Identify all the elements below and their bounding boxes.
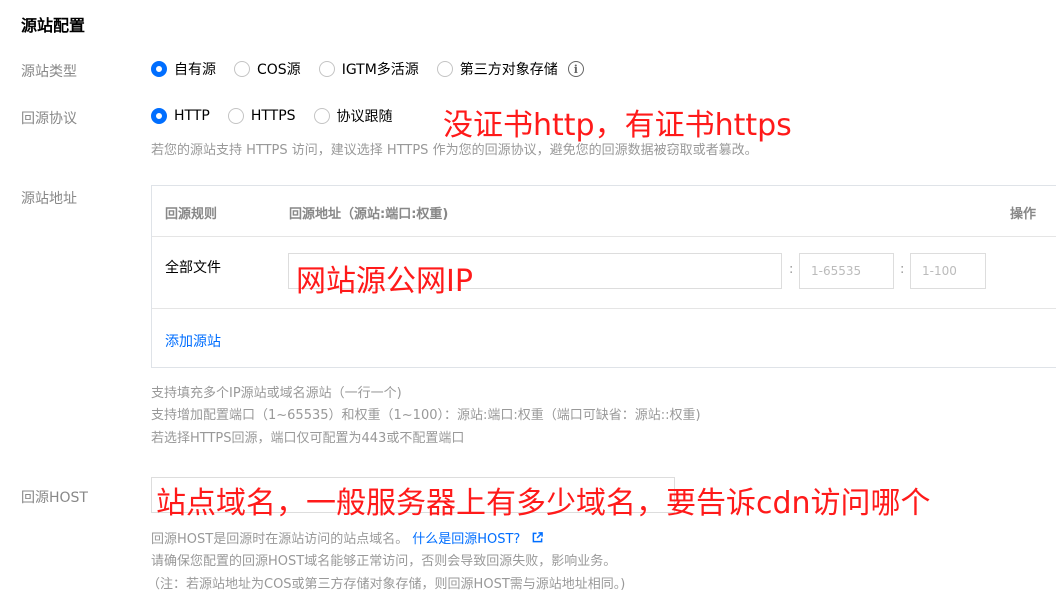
address-hint-3: 若选择HTTPS回源，端口仅可配置为443或不配置端口 [151,431,465,446]
external-link-icon[interactable] [532,532,544,543]
origin-type-radio-group: 自有源 COS源 IGTM多活源 第三方对象存储 i [151,59,584,79]
radio-unchecked-icon [436,61,453,77]
radio-origin-self[interactable]: 自有源 [151,59,216,79]
radio-unchecked-icon [313,108,330,124]
header-address: 回源地址（源站:端口:权重) [289,207,449,222]
table-header: 回源规则 回源地址（源站:端口:权重) 操作 [152,186,1056,237]
address-annotation: 网站源公网IP [296,264,473,299]
radio-protocol-follow[interactable]: 协议跟随 [313,106,393,126]
port-input[interactable]: 1-65535 [799,253,894,289]
colon-separator: : [900,262,905,277]
row-rule-name: 全部文件 [165,260,221,276]
protocol-radio-group: HTTP HTTPS 协议跟随 [151,106,411,126]
colon-separator: : [789,262,794,277]
host-hint-1-line: 回源HOST是回源时在源站访问的站点域名。 什么是回源HOST? [151,528,544,547]
radio-origin-cos[interactable]: COS源 [234,59,301,79]
origin-address-label: 源站地址 [21,191,77,207]
address-hint-2: 支持增加配置端口（1~65535）和权重（1~100）：源站:端口:权重（端口可… [151,408,701,423]
radio-label: 第三方对象存储 [459,62,558,78]
origin-address-table: 回源规则 回源地址（源站:端口:权重) 操作 全部文件 : 1-65535 : … [151,185,1056,368]
radio-checked-icon [151,61,167,77]
table-row: 全部文件 : 1-65535 : 1-100 [152,236,1056,309]
protocol-label: 回源协议 [21,111,77,127]
origin-type-label: 源站类型 [21,64,77,80]
address-hint-1: 支持填充多个IP源站或域名源站（一行一个) [151,386,402,401]
radio-label: HTTP [174,108,210,124]
host-hint-1: 回源HOST是回源时在源站访问的站点域名。 [151,532,409,547]
radio-unchecked-icon [234,61,250,77]
header-rule: 回源规则 [165,207,218,222]
radio-label: 协议跟随 [336,109,393,125]
radio-unchecked-icon [318,61,335,77]
protocol-annotation: 没证书http，有证书https [443,108,792,143]
host-hint-3: （注：若源站地址为COS或第三方存储对象存储，则回源HOST需与源站地址相同。) [147,577,626,591]
radio-label: COS源 [257,62,301,78]
protocol-hint: 若您的源站支持 HTTPS 访问，建议选择 HTTPS 作为您的回源协议，避免您… [151,143,758,158]
radio-label: IGTM多活源 [341,62,419,78]
what-is-host-link[interactable]: 什么是回源HOST? [412,528,520,547]
radio-label: 自有源 [174,62,216,78]
origin-config-page: 源站配置 源站类型 自有源 COS源 IGTM多活源 第三方对象存储 i 回源协… [0,0,1056,591]
host-hint-2: 请确保您配置的回源HOST域名能够正常访问，否则会导致回源失败，影响业务。 [151,554,617,569]
add-origin-link[interactable]: 添加源站 [165,331,221,351]
radio-protocol-http[interactable]: HTTP [151,108,210,124]
info-icon[interactable]: i [567,61,584,77]
header-action: 操作 [1010,207,1037,222]
host-label: 回源HOST [21,490,88,506]
radio-checked-icon [151,108,167,124]
section-title: 源站配置 [21,16,86,35]
radio-origin-igtm[interactable]: IGTM多活源 [318,59,419,79]
host-annotation: 站点域名，一般服务器上有多少域名，要告诉cdn访问哪个 [156,486,931,521]
radio-origin-third-party[interactable]: 第三方对象存储 [436,59,558,79]
radio-protocol-https[interactable]: HTTPS [227,108,296,124]
radio-label: HTTPS [250,108,296,124]
radio-unchecked-icon [227,108,244,124]
weight-input[interactable]: 1-100 [910,253,986,289]
